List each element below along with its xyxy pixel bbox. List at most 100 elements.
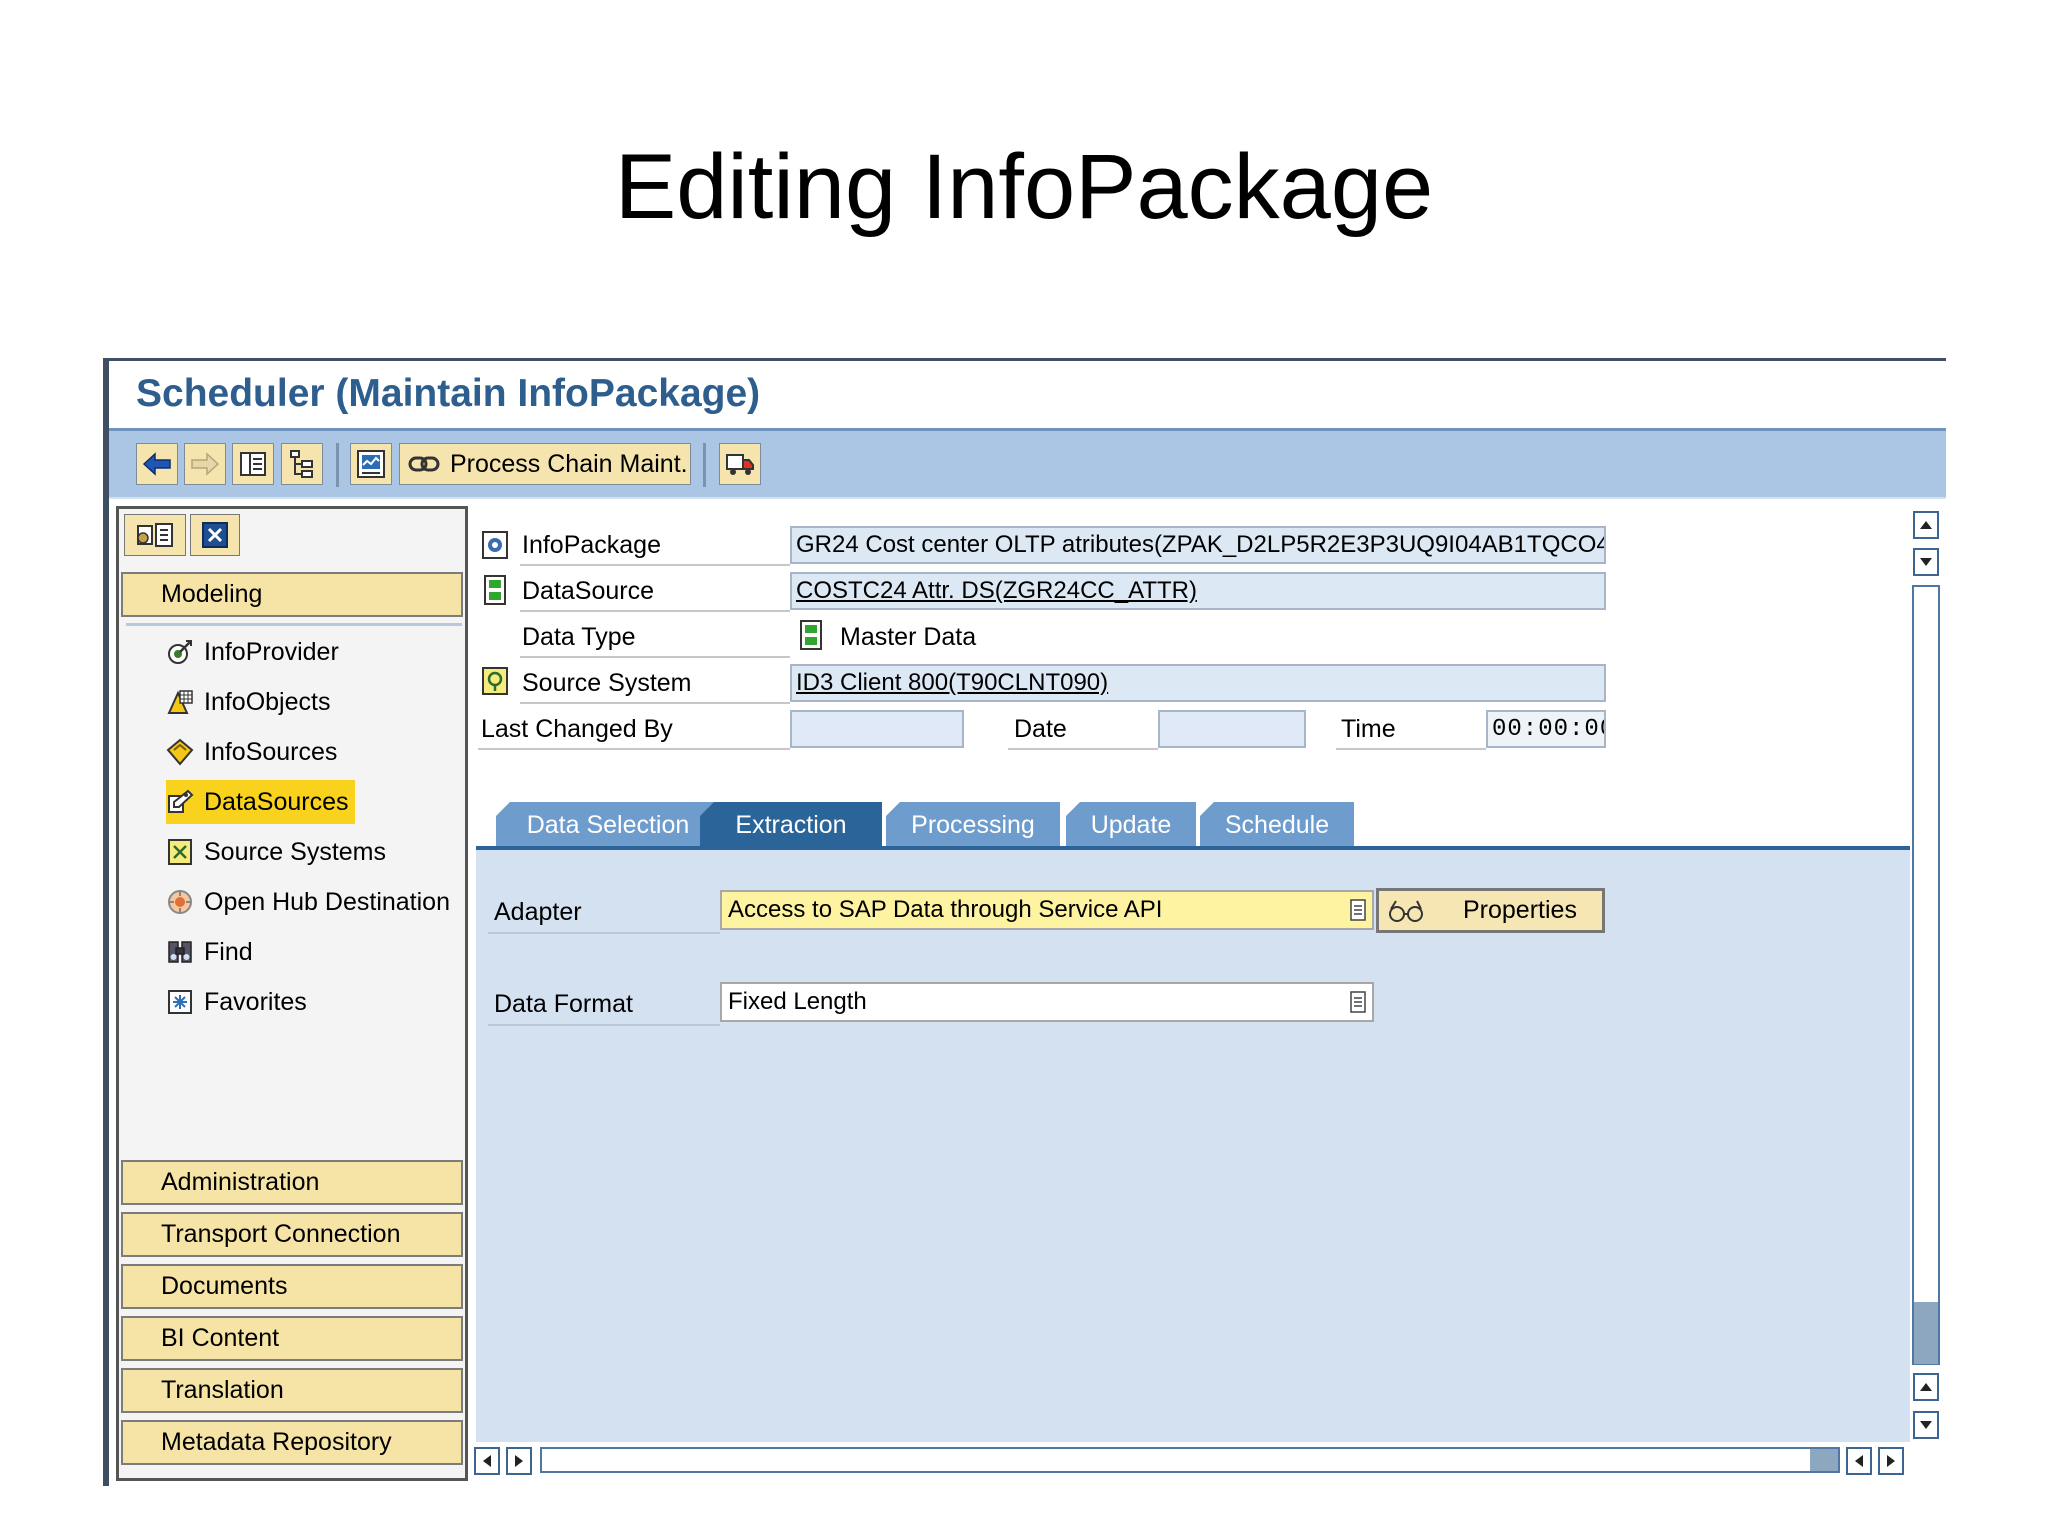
infosources-icon <box>166 738 194 766</box>
source-system-field[interactable]: ID3 Client 800(T90CLNT090) <box>790 664 1606 702</box>
arrow-right-icon <box>515 1455 523 1467</box>
arrow-left-icon <box>483 1455 491 1467</box>
tab-update[interactable]: Update <box>1066 802 1196 848</box>
dropdown-icon[interactable] <box>1350 899 1366 921</box>
scroll-up-button[interactable] <box>1913 1373 1939 1401</box>
datatype-label: Data Type <box>522 622 636 651</box>
nav-display-button[interactable] <box>124 514 186 556</box>
infopackage-label: InfoPackage <box>522 530 661 559</box>
field-underline <box>488 1024 720 1026</box>
nav-item-find[interactable]: Find <box>166 930 253 974</box>
vertical-scroll-track[interactable] <box>1912 585 1940 1365</box>
window-top-border <box>103 358 1946 361</box>
nav-item-favorites[interactable]: Favorites <box>166 980 307 1024</box>
nav-item-label: InfoSources <box>204 737 338 766</box>
transport-button[interactable] <box>719 443 761 485</box>
tree-toggle-button[interactable] <box>281 443 323 485</box>
last-changed-label: Last Changed By <box>481 714 673 743</box>
nav-section-modeling[interactable]: Modeling <box>121 572 463 617</box>
horizontal-scroll-thumb[interactable] <box>1810 1449 1838 1471</box>
nav-item-datasources[interactable]: DataSources <box>166 780 355 824</box>
nav-section-documents[interactable]: Documents <box>121 1264 463 1309</box>
tab-processing[interactable]: Processing <box>886 802 1060 848</box>
process-chain-label: Process Chain Maint. <box>450 449 688 478</box>
data-format-value: Fixed Length <box>728 988 867 1015</box>
arrow-down-icon <box>1920 1421 1932 1429</box>
process-chain-button[interactable]: Process Chain Maint. <box>399 443 691 485</box>
field-underline <box>520 610 790 612</box>
nav-item-open-hub-destination[interactable]: Open Hub Destination <box>166 880 450 924</box>
adapter-value: Access to SAP Data through Service API <box>728 896 1163 923</box>
field-underline <box>520 656 790 658</box>
back-icon <box>142 452 171 476</box>
tab-schedule[interactable]: Schedule <box>1200 802 1354 848</box>
scroll-up-button[interactable] <box>1913 511 1939 539</box>
infoobjects-icon <box>167 690 193 714</box>
arrow-right-icon <box>1887 1455 1895 1467</box>
dropdown-icon[interactable] <box>1350 991 1366 1013</box>
scroll-left-button[interactable] <box>1846 1447 1872 1475</box>
data-format-select[interactable]: Fixed Length <box>720 982 1374 1022</box>
datasource-label: DataSource <box>522 576 655 605</box>
master-data-icon <box>797 620 825 650</box>
window-left-border <box>103 358 109 1486</box>
date-field[interactable] <box>1158 710 1306 748</box>
scroll-down-button[interactable] <box>1913 1411 1939 1439</box>
source-system-value[interactable]: ID3 Client 800(T90CLNT090) <box>796 669 1108 697</box>
time-value: 00:00:00 <box>1492 715 1606 743</box>
infopackage-icon <box>481 530 509 560</box>
time-field[interactable]: 00:00:00 <box>1486 710 1606 748</box>
toolbar-separator <box>336 443 339 487</box>
find-icon <box>168 941 192 963</box>
tab-data-selection[interactable]: Data Selection <box>496 802 720 848</box>
page-down-button[interactable] <box>1913 548 1939 576</box>
tree-icon <box>290 450 313 478</box>
arrow-up-icon <box>1920 1383 1932 1391</box>
datasources-icon <box>168 789 194 813</box>
horizontal-scroll-track[interactable] <box>540 1447 1840 1473</box>
field-underline <box>1008 748 1158 750</box>
source-system-icon <box>481 666 509 696</box>
infopackage-field[interactable]: GR24 Cost center OLTP atributes(ZPAK_D2L… <box>790 526 1606 564</box>
nav-item-infoobjects[interactable]: InfoObjects <box>166 680 330 724</box>
tab-extraction[interactable]: Extraction <box>700 802 882 848</box>
nav-section-metadata-repository[interactable]: Metadata Repository <box>121 1420 463 1465</box>
nav-close-button[interactable] <box>190 514 240 556</box>
last-changed-field[interactable] <box>790 710 964 748</box>
nav-item-source-systems[interactable]: Source Systems <box>166 830 386 874</box>
open-hub-icon <box>168 890 192 914</box>
glasses-icon <box>1389 899 1423 922</box>
scroll-left-button[interactable] <box>474 1447 500 1475</box>
datasource-field[interactable]: COSTC24 Attr. DS(ZGR24CC_ATTR) <box>790 572 1606 610</box>
properties-label: Properties <box>1463 896 1577 924</box>
field-underline <box>520 564 790 566</box>
datasource-value[interactable]: COSTC24 Attr. DS(ZGR24CC_ATTR) <box>796 577 1197 605</box>
nav-item-infosources[interactable]: InfoSources <box>166 730 337 774</box>
window-title: Scheduler (Maintain InfoPackage) <box>136 372 761 415</box>
extraction-panel <box>476 850 1910 1442</box>
date-label: Date <box>1014 714 1067 743</box>
monitor-button[interactable] <box>350 443 392 485</box>
toolbar-separator <box>703 443 706 487</box>
datasource-icon <box>481 575 509 605</box>
back-button[interactable] <box>136 443 178 485</box>
display-toggle-button[interactable] <box>232 443 274 485</box>
nav-item-infoprovider[interactable]: InfoProvider <box>166 630 339 674</box>
field-underline <box>1336 748 1486 750</box>
scroll-right-button[interactable] <box>1878 1447 1904 1475</box>
nav-item-label: Open Hub Destination <box>204 887 450 916</box>
infoprovider-icon <box>168 640 192 664</box>
nav-section-translation[interactable]: Translation <box>121 1368 463 1413</box>
scroll-right-button[interactable] <box>506 1447 532 1475</box>
forward-button[interactable] <box>184 443 226 485</box>
field-underline <box>478 748 790 750</box>
field-underline <box>520 702 790 704</box>
infopackage-value: GR24 Cost center OLTP atributes(ZPAK_D2L… <box>796 531 1606 558</box>
vertical-scroll-thumb[interactable] <box>1914 1302 1938 1364</box>
source-systems-icon <box>168 839 192 865</box>
nav-section-bi-content[interactable]: BI Content <box>121 1316 463 1361</box>
nav-section-administration[interactable]: Administration <box>121 1160 463 1205</box>
adapter-select[interactable]: Access to SAP Data through Service API <box>720 890 1374 930</box>
properties-button[interactable]: Properties <box>1376 888 1605 933</box>
nav-section-transport-connection[interactable]: Transport Connection <box>121 1212 463 1257</box>
